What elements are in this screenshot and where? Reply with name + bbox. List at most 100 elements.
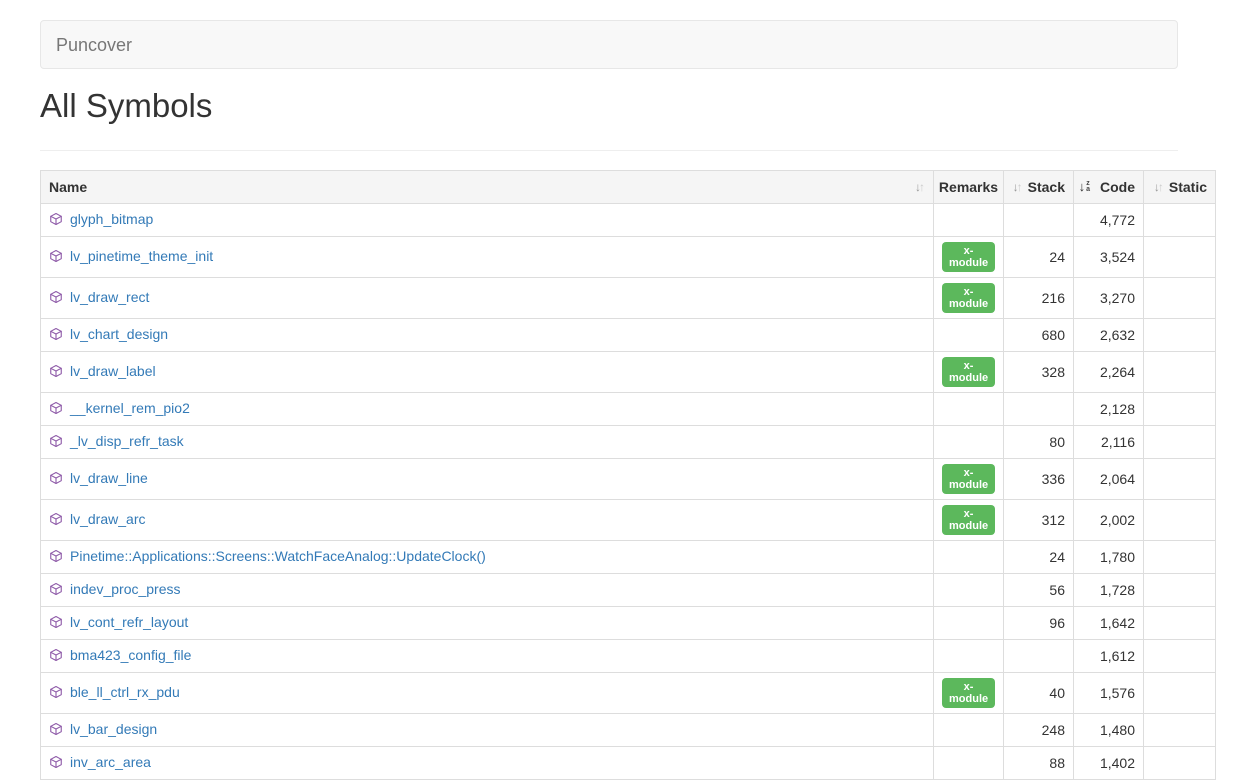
cube-icon	[49, 434, 63, 448]
table-row: lv_draw_rect x-module 216 3,270	[41, 278, 1216, 319]
x-module-badge: x-module	[942, 505, 995, 535]
symbol-name: lv_bar_design	[70, 719, 157, 739]
stack-value	[1004, 640, 1074, 673]
symbol-link[interactable]: lv_draw_arc	[49, 509, 145, 529]
symbol-link[interactable]: indev_proc_press	[49, 579, 181, 599]
stack-value: 88	[1004, 747, 1074, 780]
column-label: Code	[1100, 179, 1135, 195]
stack-value	[1004, 204, 1074, 237]
code-value: 2,116	[1074, 426, 1144, 459]
symbol-link[interactable]: lv_pinetime_theme_init	[49, 246, 213, 266]
column-label: Stack	[1028, 179, 1065, 195]
code-value: 1,780	[1074, 541, 1144, 574]
static-value	[1144, 574, 1216, 607]
column-header-stack[interactable]: ↓↑ Stack	[1004, 171, 1074, 204]
column-header-name[interactable]: Name ↓↑	[41, 171, 934, 204]
divider	[40, 150, 1178, 151]
x-module-badge: x-module	[942, 283, 995, 313]
column-label: Remarks	[939, 179, 998, 195]
symbol-name: lv_draw_rect	[70, 287, 149, 307]
symbol-name: __kernel_rem_pio2	[70, 398, 190, 418]
static-value	[1144, 714, 1216, 747]
cube-icon	[49, 582, 63, 596]
code-value: 2,264	[1074, 352, 1144, 393]
table-row: inv_arc_area 88 1,402	[41, 747, 1216, 780]
table-row: lv_draw_label x-module 328 2,264	[41, 352, 1216, 393]
symbol-name: lv_draw_arc	[70, 509, 145, 529]
symbol-link[interactable]: lv_bar_design	[49, 719, 157, 739]
stack-value: 248	[1004, 714, 1074, 747]
static-value	[1144, 319, 1216, 352]
static-value	[1144, 607, 1216, 640]
cube-icon	[49, 327, 63, 341]
sort-descending-icon: ↓ za	[1079, 181, 1090, 193]
code-value: 2,064	[1074, 459, 1144, 500]
symbol-link[interactable]: ble_ll_ctrl_rx_pdu	[49, 682, 180, 702]
stack-value: 24	[1004, 237, 1074, 278]
symbol-link[interactable]: inv_arc_area	[49, 752, 151, 772]
table-row: Pinetime::Applications::Screens::WatchFa…	[41, 541, 1216, 574]
code-value: 1,576	[1074, 673, 1144, 714]
stack-value: 40	[1004, 673, 1074, 714]
navbar: Puncover	[40, 20, 1178, 69]
static-value	[1144, 500, 1216, 541]
stack-value	[1004, 393, 1074, 426]
code-value: 1,402	[1074, 747, 1144, 780]
stack-value: 56	[1004, 574, 1074, 607]
symbol-link[interactable]: __kernel_rem_pio2	[49, 398, 190, 418]
cube-icon	[49, 290, 63, 304]
symbol-link[interactable]: lv_draw_label	[49, 361, 156, 381]
symbol-name: indev_proc_press	[70, 579, 181, 599]
sort-icon: ↓↑	[1154, 181, 1164, 193]
code-value: 1,480	[1074, 714, 1144, 747]
symbols-table: Name ↓↑ Remarks ↓↑ Stack	[40, 170, 1216, 780]
symbol-name: glyph_bitmap	[70, 209, 153, 229]
table-row: ble_ll_ctrl_rx_pdu x-module 40 1,576	[41, 673, 1216, 714]
cube-icon	[49, 401, 63, 415]
static-value	[1144, 237, 1216, 278]
symbol-name: Pinetime::Applications::Screens::WatchFa…	[70, 546, 486, 566]
symbol-link[interactable]: lv_draw_line	[49, 468, 148, 488]
code-value: 2,632	[1074, 319, 1144, 352]
code-value: 2,128	[1074, 393, 1144, 426]
table-row: lv_pinetime_theme_init x-module 24 3,524	[41, 237, 1216, 278]
cube-icon	[49, 648, 63, 662]
symbol-name: bma423_config_file	[70, 645, 191, 665]
table-row: _lv_disp_refr_task 80 2,116	[41, 426, 1216, 459]
stack-value: 24	[1004, 541, 1074, 574]
symbol-name: inv_arc_area	[70, 752, 151, 772]
symbol-name: lv_chart_design	[70, 324, 168, 344]
symbol-name: lv_cont_refr_layout	[70, 612, 188, 632]
code-value: 1,642	[1074, 607, 1144, 640]
table-row: glyph_bitmap 4,772	[41, 204, 1216, 237]
cube-icon	[49, 364, 63, 378]
static-value	[1144, 459, 1216, 500]
symbol-name: _lv_disp_refr_task	[70, 431, 184, 451]
x-module-badge: x-module	[942, 242, 995, 272]
sort-icon: ↓↑	[1013, 181, 1023, 193]
static-value	[1144, 541, 1216, 574]
column-header-code[interactable]: ↓ za Code	[1074, 171, 1144, 204]
symbol-name: ble_ll_ctrl_rx_pdu	[70, 682, 180, 702]
symbol-link[interactable]: bma423_config_file	[49, 645, 191, 665]
symbol-link[interactable]: _lv_disp_refr_task	[49, 431, 184, 451]
symbol-link[interactable]: lv_draw_rect	[49, 287, 149, 307]
code-value: 1,728	[1074, 574, 1144, 607]
table-row: lv_cont_refr_layout 96 1,642	[41, 607, 1216, 640]
static-value	[1144, 747, 1216, 780]
symbol-link[interactable]: lv_cont_refr_layout	[49, 612, 188, 632]
brand-link[interactable]: Puncover	[41, 35, 147, 55]
symbol-link[interactable]: lv_chart_design	[49, 324, 168, 344]
static-value	[1144, 426, 1216, 459]
cube-icon	[49, 471, 63, 485]
x-module-badge: x-module	[942, 357, 995, 387]
column-label: Name	[49, 179, 87, 195]
table-body: glyph_bitmap 4,772 lv_pinetime_theme_ini…	[41, 204, 1216, 780]
table-row: __kernel_rem_pio2 2,128	[41, 393, 1216, 426]
table-row: lv_draw_arc x-module 312 2,002	[41, 500, 1216, 541]
symbol-link[interactable]: Pinetime::Applications::Screens::WatchFa…	[49, 546, 486, 566]
static-value	[1144, 673, 1216, 714]
column-header-static[interactable]: ↓↑ Static	[1144, 171, 1216, 204]
symbol-link[interactable]: glyph_bitmap	[49, 209, 153, 229]
stack-value: 336	[1004, 459, 1074, 500]
